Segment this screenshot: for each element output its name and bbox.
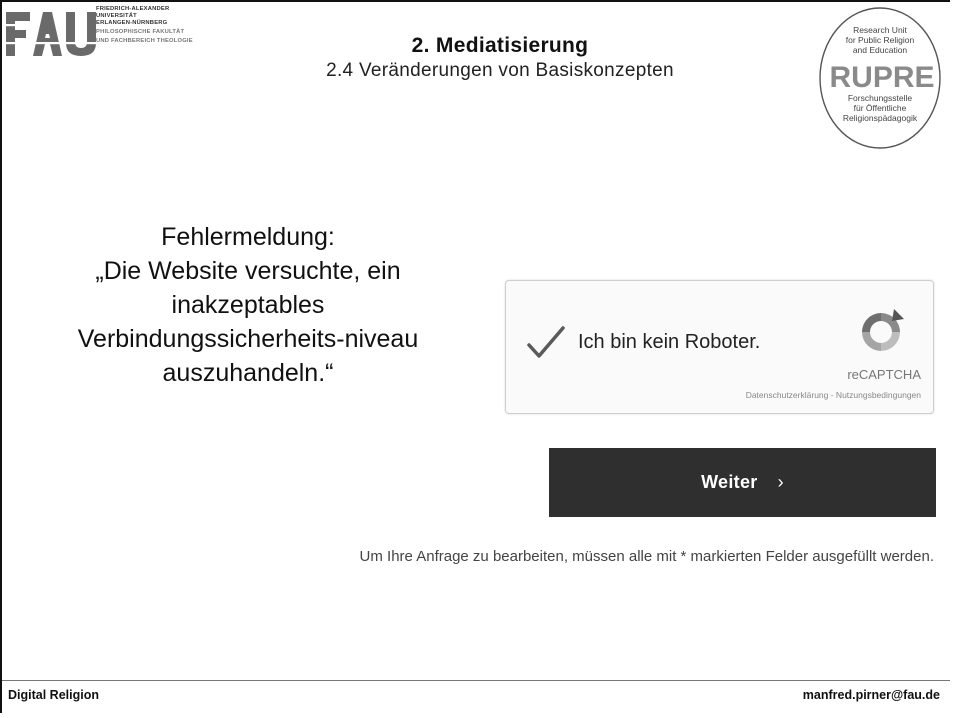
recaptcha-widget: Ich bin kein Roboter. reCAPTCHA Datensch… [505,280,934,414]
slide-header: FRIEDRICH-ALEXANDER UNIVERSITÄT ERLANGEN… [0,0,954,160]
error-line-5: auszuhandeln.“ [162,359,334,387]
recaptcha-brand: reCAPTCHA [847,367,921,382]
slide-title: 2. Mediatisierung [411,34,589,57]
error-message: Fehlermeldung: „Die Website versuchte, e… [0,220,496,390]
rupre-top1: Research Unit [853,25,907,35]
fau-line3: ERLANGEN-NÜRNBERG [96,20,168,26]
recaptcha-logo-icon [862,309,904,351]
rupre-top2: for Public Religion [846,35,915,45]
rupre-big: RUPRE [829,61,934,94]
rupre-logo: Research Unit for Public Religion and Ed… [819,7,941,149]
rupre-bottom1: Forschungsstelle [848,93,913,103]
fau-line2: UNIVERSITÄT [96,13,137,19]
error-line-3: inakzeptables [171,291,325,319]
fau-wordmark: FRIEDRICH-ALEXANDER UNIVERSITÄT ERLANGEN… [96,6,193,45]
error-line-1: Fehlermeldung: [161,223,335,251]
error-line-2: „Die Website versuchte, ein [95,257,401,285]
fau-line5: UND FACHBEREICH THEOLOGIE [96,38,193,44]
footer-email: manfred.pirner@fau.de [802,688,940,702]
chevron-right-icon: › [777,472,784,492]
fau-line4: PHILOSOPHISCHE FAKULTÄT [96,29,185,35]
slide-title-block: 2. Mediatisierung 2.4 Veränderungen von … [220,34,780,82]
weiter-label: Weiter [701,472,758,492]
footer-divider [2,680,950,681]
required-fields-note: Um Ihre Anfrage zu bearbeiten, müssen al… [359,548,934,565]
error-line-4: Verbindungssicherheits-niveau [77,325,419,353]
rupre-bottom2: für Öffentliche [854,103,907,113]
recaptcha-privacy-terms-link[interactable]: Datenschutzerklärung - Nutzungsbedingung… [746,390,921,400]
slide-subtitle: 2.4 Veränderungen von Basiskonzepten [326,60,674,81]
rupre-bottom3: Religionspädagogik [843,113,918,123]
fau-line1: FRIEDRICH-ALEXANDER [96,6,170,12]
recaptcha-label[interactable]: Ich bin kein Roboter. [578,331,760,354]
rupre-top3: and Education [853,45,908,55]
checkmark-icon[interactable] [526,323,566,363]
weiter-button[interactable]: Weiter › [549,448,936,517]
footer-left-text: Digital Religion [8,688,99,702]
